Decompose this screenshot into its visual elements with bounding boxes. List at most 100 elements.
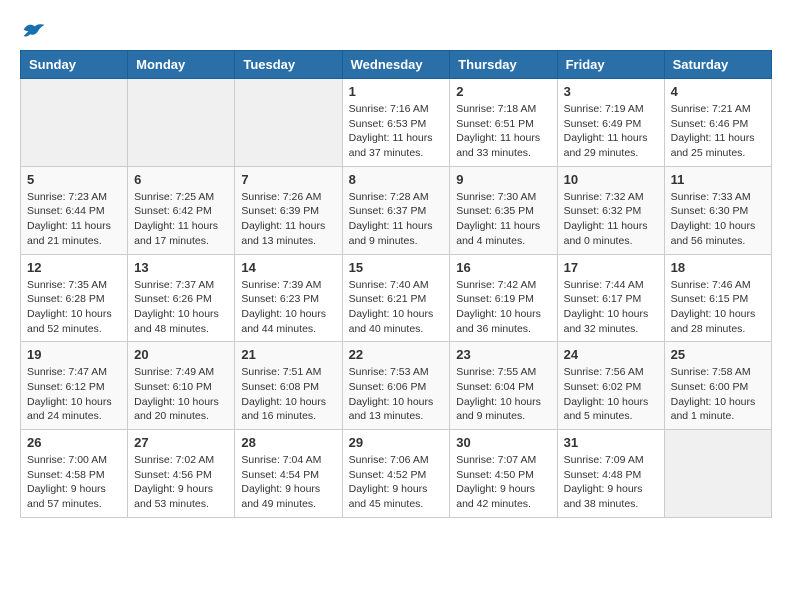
- day-number: 17: [564, 260, 658, 275]
- day-info: Sunrise: 7:18 AMSunset: 6:51 PMDaylight:…: [456, 102, 550, 161]
- calendar-cell: 20 Sunrise: 7:49 AMSunset: 6:10 PMDayligh…: [128, 342, 235, 430]
- day-number: 21: [241, 347, 335, 362]
- day-of-week-header: Sunday: [21, 51, 128, 79]
- day-of-week-header: Monday: [128, 51, 235, 79]
- day-number: 20: [134, 347, 228, 362]
- day-number: 5: [27, 172, 121, 187]
- day-info: Sunrise: 7:56 AMSunset: 6:02 PMDaylight:…: [564, 365, 658, 424]
- day-number: 13: [134, 260, 228, 275]
- calendar-cell: 15 Sunrise: 7:40 AMSunset: 6:21 PMDayligh…: [342, 254, 450, 342]
- day-number: 16: [456, 260, 550, 275]
- calendar-cell: 30 Sunrise: 7:07 AMSunset: 4:50 PMDayligh…: [450, 430, 557, 518]
- day-info: Sunrise: 7:37 AMSunset: 6:26 PMDaylight:…: [134, 278, 228, 337]
- day-info: Sunrise: 7:21 AMSunset: 6:46 PMDaylight:…: [671, 102, 765, 161]
- day-info: Sunrise: 7:58 AMSunset: 6:00 PMDaylight:…: [671, 365, 765, 424]
- day-info: Sunrise: 7:47 AMSunset: 6:12 PMDaylight:…: [27, 365, 121, 424]
- day-info: Sunrise: 7:00 AMSunset: 4:58 PMDaylight:…: [27, 453, 121, 512]
- day-number: 7: [241, 172, 335, 187]
- day-info: Sunrise: 7:53 AMSunset: 6:06 PMDaylight:…: [349, 365, 444, 424]
- day-info: Sunrise: 7:32 AMSunset: 6:32 PMDaylight:…: [564, 190, 658, 249]
- calendar-week-row: 26 Sunrise: 7:00 AMSunset: 4:58 PMDayligh…: [21, 430, 772, 518]
- day-number: 18: [671, 260, 765, 275]
- day-info: Sunrise: 7:49 AMSunset: 6:10 PMDaylight:…: [134, 365, 228, 424]
- calendar-cell: [128, 79, 235, 167]
- day-number: 2: [456, 84, 550, 99]
- calendar: SundayMondayTuesdayWednesdayThursdayFrid…: [20, 50, 772, 518]
- day-info: Sunrise: 7:16 AMSunset: 6:53 PMDaylight:…: [349, 102, 444, 161]
- calendar-cell: [235, 79, 342, 167]
- calendar-cell: 23Sunrise: 7:55 AMSunset: 6:04 PMDayligh…: [450, 342, 557, 430]
- day-number: 3: [564, 84, 658, 99]
- calendar-cell: 14 Sunrise: 7:39 AMSunset: 6:23 PMDayligh…: [235, 254, 342, 342]
- calendar-cell: 13 Sunrise: 7:37 AMSunset: 6:26 PMDayligh…: [128, 254, 235, 342]
- calendar-cell: 24 Sunrise: 7:56 AMSunset: 6:02 PMDayligh…: [557, 342, 664, 430]
- calendar-cell: 29 Sunrise: 7:06 AMSunset: 4:52 PMDayligh…: [342, 430, 450, 518]
- day-number: 11: [671, 172, 765, 187]
- day-info: Sunrise: 7:39 AMSunset: 6:23 PMDaylight:…: [241, 278, 335, 337]
- day-number: 19: [27, 347, 121, 362]
- calendar-cell: 22 Sunrise: 7:53 AMSunset: 6:06 PMDayligh…: [342, 342, 450, 430]
- calendar-week-row: 19 Sunrise: 7:47 AMSunset: 6:12 PMDayligh…: [21, 342, 772, 430]
- day-info: Sunrise: 7:02 AMSunset: 4:56 PMDaylight:…: [134, 453, 228, 512]
- day-number: 22: [349, 347, 444, 362]
- day-info: Sunrise: 7:06 AMSunset: 4:52 PMDaylight:…: [349, 453, 444, 512]
- calendar-cell: 17 Sunrise: 7:44 AMSunset: 6:17 PMDayligh…: [557, 254, 664, 342]
- day-info: Sunrise: 7:40 AMSunset: 6:21 PMDaylight:…: [349, 278, 444, 337]
- calendar-cell: 1 Sunrise: 7:16 AMSunset: 6:53 PMDaylight…: [342, 79, 450, 167]
- calendar-cell: 12 Sunrise: 7:35 AMSunset: 6:28 PMDayligh…: [21, 254, 128, 342]
- day-info: Sunrise: 7:04 AMSunset: 4:54 PMDaylight:…: [241, 453, 335, 512]
- day-number: 6: [134, 172, 228, 187]
- day-info: Sunrise: 7:25 AMSunset: 6:42 PMDaylight:…: [134, 190, 228, 249]
- header: [20, 20, 772, 40]
- day-info: Sunrise: 7:42 AMSunset: 6:19 PMDaylight:…: [456, 278, 550, 337]
- calendar-cell: 18 Sunrise: 7:46 AMSunset: 6:15 PMDayligh…: [664, 254, 771, 342]
- calendar-cell: 28 Sunrise: 7:04 AMSunset: 4:54 PMDayligh…: [235, 430, 342, 518]
- day-number: 23: [456, 347, 550, 362]
- day-number: 26: [27, 435, 121, 450]
- day-of-week-header: Saturday: [664, 51, 771, 79]
- calendar-header-row: SundayMondayTuesdayWednesdayThursdayFrid…: [21, 51, 772, 79]
- day-number: 12: [27, 260, 121, 275]
- day-of-week-header: Wednesday: [342, 51, 450, 79]
- day-info: Sunrise: 7:28 AMSunset: 6:37 PMDaylight:…: [349, 190, 444, 249]
- calendar-week-row: 12 Sunrise: 7:35 AMSunset: 6:28 PMDayligh…: [21, 254, 772, 342]
- calendar-cell: [664, 430, 771, 518]
- day-info: Sunrise: 7:35 AMSunset: 6:28 PMDaylight:…: [27, 278, 121, 337]
- day-info: Sunrise: 7:46 AMSunset: 6:15 PMDaylight:…: [671, 278, 765, 337]
- day-info: Sunrise: 7:07 AMSunset: 4:50 PMDaylight:…: [456, 453, 550, 512]
- calendar-cell: 2 Sunrise: 7:18 AMSunset: 6:51 PMDaylight…: [450, 79, 557, 167]
- day-number: 25: [671, 347, 765, 362]
- calendar-cell: 26 Sunrise: 7:00 AMSunset: 4:58 PMDayligh…: [21, 430, 128, 518]
- day-number: 8: [349, 172, 444, 187]
- day-info: Sunrise: 7:09 AMSunset: 4:48 PMDaylight:…: [564, 453, 658, 512]
- calendar-cell: 8 Sunrise: 7:28 AMSunset: 6:37 PMDaylight…: [342, 166, 450, 254]
- day-of-week-header: Thursday: [450, 51, 557, 79]
- day-info: Sunrise: 7:44 AMSunset: 6:17 PMDaylight:…: [564, 278, 658, 337]
- calendar-week-row: 5 Sunrise: 7:23 AMSunset: 6:44 PMDaylight…: [21, 166, 772, 254]
- day-number: 28: [241, 435, 335, 450]
- day-info: Sunrise: 7:26 AMSunset: 6:39 PMDaylight:…: [241, 190, 335, 249]
- day-number: 14: [241, 260, 335, 275]
- calendar-cell: 27Sunrise: 7:02 AMSunset: 4:56 PMDayligh…: [128, 430, 235, 518]
- day-number: 10: [564, 172, 658, 187]
- calendar-cell: 25 Sunrise: 7:58 AMSunset: 6:00 PMDayligh…: [664, 342, 771, 430]
- calendar-cell: 7 Sunrise: 7:26 AMSunset: 6:39 PMDaylight…: [235, 166, 342, 254]
- day-number: 24: [564, 347, 658, 362]
- calendar-cell: 19 Sunrise: 7:47 AMSunset: 6:12 PMDayligh…: [21, 342, 128, 430]
- day-number: 1: [349, 84, 444, 99]
- day-info: Sunrise: 7:51 AMSunset: 6:08 PMDaylight:…: [241, 365, 335, 424]
- day-info: Sunrise: 7:23 AMSunset: 6:44 PMDaylight:…: [27, 190, 121, 249]
- logo: [20, 20, 46, 40]
- calendar-cell: 16 Sunrise: 7:42 AMSunset: 6:19 PMDayligh…: [450, 254, 557, 342]
- calendar-cell: 4 Sunrise: 7:21 AMSunset: 6:46 PMDaylight…: [664, 79, 771, 167]
- calendar-week-row: 1 Sunrise: 7:16 AMSunset: 6:53 PMDaylight…: [21, 79, 772, 167]
- day-number: 15: [349, 260, 444, 275]
- day-info: Sunrise: 7:19 AMSunset: 6:49 PMDaylight:…: [564, 102, 658, 161]
- day-number: 9: [456, 172, 550, 187]
- day-number: 4: [671, 84, 765, 99]
- day-of-week-header: Friday: [557, 51, 664, 79]
- calendar-cell: 9 Sunrise: 7:30 AMSunset: 6:35 PMDaylight…: [450, 166, 557, 254]
- day-info: Sunrise: 7:30 AMSunset: 6:35 PMDaylight:…: [456, 190, 550, 249]
- day-number: 29: [349, 435, 444, 450]
- day-number: 30: [456, 435, 550, 450]
